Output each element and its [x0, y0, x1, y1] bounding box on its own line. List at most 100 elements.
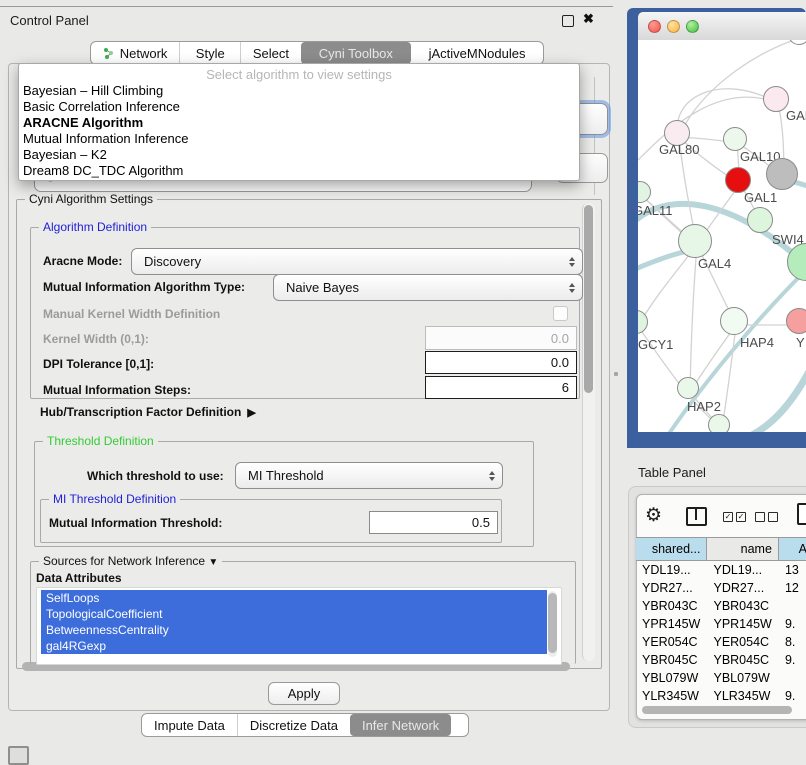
- zoom-traffic-light[interactable]: [686, 20, 699, 33]
- node[interactable]: [766, 158, 798, 190]
- network-window-titlebar[interactable]: [638, 12, 806, 40]
- tab-label: Network: [120, 46, 168, 61]
- hub-definition-label: Hub/Transcription Factor Definition: [40, 405, 241, 419]
- sources-title: Sources for Network Inference ▼: [39, 554, 222, 568]
- tab-style[interactable]: Style: [179, 42, 240, 64]
- table-cell: 9.: [779, 687, 806, 705]
- table-header-row: shared...nameA: [636, 537, 806, 561]
- columns-icon[interactable]: [686, 507, 707, 526]
- table-row[interactable]: YDR27...YDR27...12: [636, 579, 806, 597]
- splitpane-divider[interactable]: [614, 372, 618, 376]
- node[interactable]: [708, 414, 730, 432]
- data-attributes-list[interactable]: SelfLoopsTopologicalCoefficientBetweenne…: [36, 587, 562, 665]
- algorithm-option[interactable]: Basic Correlation Inference: [19, 99, 579, 115]
- control-panel-title: Control Panel: [10, 13, 89, 28]
- data-attributes-label: Data Attributes: [36, 571, 122, 585]
- table-horizontal-scrollbar[interactable]: [640, 706, 806, 714]
- table-cell: [779, 597, 806, 615]
- table-row[interactable]: YDL19...YDL19...13: [636, 561, 806, 579]
- table-cell: YPR145W: [636, 615, 707, 633]
- node-label: GAL1: [744, 190, 777, 205]
- control-panel-window: Control Panel ✖ Network Style Select Cyn…: [0, 6, 613, 734]
- tab-network[interactable]: Network: [91, 42, 179, 64]
- network-icon: [103, 47, 115, 59]
- table-row[interactable]: YBR045CYBR045C9.: [636, 651, 806, 669]
- aracne-mode-combobox[interactable]: Discovery: [131, 248, 583, 275]
- tab-select[interactable]: Select: [240, 42, 300, 64]
- node-gal4[interactable]: [678, 224, 712, 258]
- unchecked-box-icon: [755, 512, 765, 522]
- table-row[interactable]: YLR345WYLR345W9.: [636, 687, 806, 705]
- stepper-icon: [489, 471, 495, 481]
- settings-vertical-scrollbar[interactable]: [582, 203, 595, 661]
- attribute-item[interactable]: gal4RGexp: [41, 638, 547, 654]
- column-header[interactable]: A: [779, 538, 806, 560]
- collapse-arrow-icon[interactable]: ▼: [208, 557, 218, 568]
- float-window-icon[interactable]: [562, 15, 574, 27]
- node-y[interactable]: [786, 308, 806, 334]
- node-hap4[interactable]: [720, 307, 748, 335]
- tab-label: Select: [253, 46, 289, 61]
- mi-threshold-field[interactable]: 0.5: [369, 511, 498, 534]
- tab-discretize-data[interactable]: Discretize Data: [237, 714, 350, 736]
- table-cell: 13: [779, 561, 806, 579]
- algorithm-option[interactable]: Bayesian – Hill Climbing: [19, 83, 579, 99]
- table-row[interactable]: YBL079WYBL079W: [636, 669, 806, 687]
- mi-type-combobox[interactable]: Naive Bayes: [273, 274, 583, 301]
- attribute-item[interactable]: TopologicalCoefficient: [41, 606, 547, 622]
- tab-jactivemnodules[interactable]: jActiveMNodules: [411, 42, 543, 64]
- node-swi4[interactable]: [747, 207, 773, 233]
- dpi-tolerance-field[interactable]: 0.0: [425, 351, 577, 374]
- close-traffic-light[interactable]: [648, 20, 661, 33]
- node-hap2[interactable]: [677, 377, 699, 399]
- control-panel-titlebar[interactable]: Control Panel ✖: [0, 7, 613, 33]
- algorithm-dropdown-list: Bayesian – Hill ClimbingBasic Correlatio…: [19, 83, 579, 179]
- checked-box-icon: ✓: [723, 512, 733, 522]
- select-all-icon[interactable]: ✓ ✓: [723, 512, 746, 522]
- table-cell: YPR145W: [707, 615, 778, 633]
- tab-impute-data[interactable]: Impute Data: [142, 714, 237, 736]
- apply-button[interactable]: Apply: [268, 682, 340, 705]
- table-cell: 9.: [779, 615, 806, 633]
- table-row[interactable]: YER054CYER054C8.: [636, 633, 806, 651]
- table-row[interactable]: YBR043CYBR043C: [636, 597, 806, 615]
- attributes-scrollbar[interactable]: [548, 591, 557, 657]
- tab-label: Infer Network: [362, 718, 439, 733]
- column-header[interactable]: shared...: [636, 538, 707, 560]
- table-cell: 8.: [779, 633, 806, 651]
- table-cell: [779, 669, 806, 687]
- mi-type-label: Mutual Information Algorithm Type:: [43, 280, 245, 294]
- table-row[interactable]: YPR145WYPR145W9.: [636, 615, 806, 633]
- network-canvas[interactable]: GALGAL80GAL10GAL1GAL11GAL4SWI4GCY1HAP4YH…: [638, 40, 806, 432]
- hub-definition-expander[interactable]: Hub/Transcription Factor Definition▶: [40, 405, 256, 419]
- aracne-mode-value: Discovery: [144, 254, 201, 269]
- minimize-traffic-light[interactable]: [667, 20, 680, 33]
- scrollbar-thumb[interactable]: [584, 205, 593, 393]
- algorithm-option[interactable]: Bayesian – K2: [19, 147, 579, 163]
- settings-group-title: Cyni Algorithm Settings: [25, 192, 157, 206]
- node-label: HAP2: [687, 399, 721, 414]
- node-gal10[interactable]: [723, 127, 747, 151]
- algorithm-option[interactable]: Mutual Information Inference: [19, 131, 579, 147]
- algorithm-dropdown-popup: Select algorithm to view settings Bayesi…: [18, 63, 580, 181]
- scrollbar-thumb[interactable]: [548, 593, 557, 653]
- minimized-panel-icon[interactable]: [8, 746, 29, 765]
- attribute-item[interactable]: BetweennessCentrality: [41, 622, 547, 638]
- gear-icon[interactable]: ⚙: [645, 504, 662, 527]
- tab-infer-network[interactable]: Infer Network: [350, 714, 451, 736]
- deselect-all-icon[interactable]: [755, 512, 778, 522]
- algorithm-option[interactable]: Dream8 DC_TDC Algorithm: [19, 163, 579, 179]
- dpi-tolerance-label: DPI Tolerance [0,1]:: [43, 357, 154, 371]
- attribute-item[interactable]: SelfLoops: [41, 590, 547, 606]
- which-threshold-combobox[interactable]: MI Threshold: [235, 462, 503, 489]
- table-cell: YLR345W: [707, 687, 778, 705]
- column-header[interactable]: name: [707, 538, 778, 560]
- table-cell: 9.: [779, 651, 806, 669]
- node-label: GAL11: [638, 203, 673, 218]
- scrollbar-thumb[interactable]: [642, 706, 792, 714]
- page-icon[interactable]: [797, 503, 806, 525]
- close-icon[interactable]: ✖: [583, 11, 594, 27]
- mi-steps-field[interactable]: 6: [425, 376, 577, 399]
- tab-cyni-toolbox[interactable]: Cyni Toolbox: [301, 42, 412, 64]
- algorithm-option[interactable]: ARACNE Algorithm: [19, 115, 579, 131]
